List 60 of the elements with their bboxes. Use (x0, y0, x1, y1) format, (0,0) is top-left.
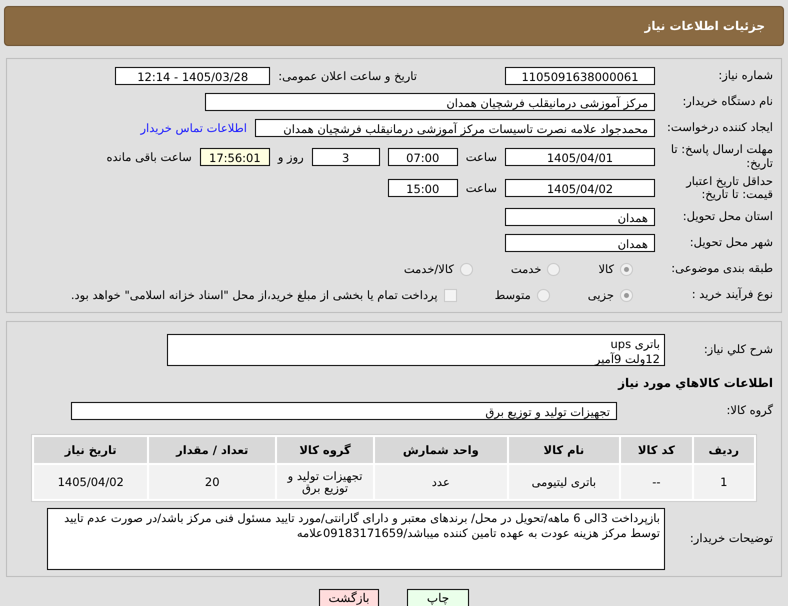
table-cell: 1 (694, 465, 754, 500)
page-title: جزئیات اطلاعات نیاز (644, 19, 765, 33)
date-field: 1405/04/01 (505, 148, 655, 166)
goods-group-field: تجهیزات تولید و توزیع برق (71, 402, 617, 420)
table-cell: باتری لیتیومی (508, 465, 620, 500)
column-header: نام کالا (508, 437, 620, 464)
remaining-time-field: 17:56:01 (200, 148, 270, 166)
radio-button[interactable] (547, 262, 560, 276)
province-field: همدان (505, 208, 655, 226)
notes-box[interactable]: بازپرداخت 3الی 6 ماهه/تحویل در محل/ برندهای معتبر و دارای گارانتی/مورد تایید مسئول فنی مرکز باشد/در صورت عدم تایید توسط مرکز هزینه عودت به عهده تامین کننده میباشد/09183171659علامه (47, 508, 665, 570)
remaining-label: ساعت باقی مانده (106, 150, 192, 164)
table-cell: 20 (149, 465, 276, 500)
column-header: تعداد / مقدار (149, 437, 276, 464)
back-button[interactable]: بازگشت (319, 589, 379, 606)
field-label: طبقه بندی موضوعی: (670, 262, 773, 276)
buyer-org-field: مرکز آموزشی درمانیقلب فرشچیان همدان (205, 93, 655, 111)
radio-label: خدمت (510, 262, 542, 276)
checkbox-label: پرداخت تمام یا بخشی از مبلغ خرید،از محل "اسناد خزانه اسلامی" خواهد بود. (70, 288, 438, 302)
field-label: شماره نیاز: (717, 69, 773, 83)
date-field: 1405/04/02 (505, 179, 655, 198)
field-label: حداقل تاریخ اعتبار قیمت: تا تاریخ: (684, 174, 773, 202)
field-label: نام دستگاه خریدار: (681, 95, 773, 109)
time-field: 07:00 (388, 148, 458, 166)
description-box[interactable]: باتری ups 12ولت 9آمپر (167, 334, 665, 366)
radio-button[interactable] (620, 288, 633, 302)
column-header: تاریخ نیاز (34, 437, 148, 464)
days-field: 3 (312, 148, 380, 166)
radio-label: متوسط (494, 288, 531, 302)
print-button[interactable]: چاپ (407, 589, 469, 606)
field-label: ایجاد کننده درخواست: (666, 121, 773, 135)
radio-button[interactable] (536, 288, 550, 302)
field-label: تاریخ و ساعت اعلان عمومی: (278, 69, 417, 83)
announce-date-field: 1405/03/28 - 12:14 (115, 67, 270, 85)
need-number-field: 1105091638000061 (505, 67, 655, 85)
creator-field: محمدجواد علامه نصرت تاسیسات مرکز آموزشی درمانیقلب فرشچیان همدان (255, 119, 655, 137)
radio-button[interactable] (460, 262, 473, 276)
radio-label: جزیی (588, 288, 614, 302)
city-field: همدان (505, 234, 655, 252)
radio-button[interactable] (620, 262, 633, 276)
column-header: کد کالا (621, 437, 692, 464)
section-heading: اطلاعات کالاهاي مورد نیاز (618, 376, 773, 390)
column-header: واحد شمارش (375, 437, 507, 464)
table-cell: تجهیزات تولید و توزیع برق (277, 465, 374, 500)
time-field: 15:00 (388, 179, 458, 198)
field-label: نوع فرآیند خرید : (690, 288, 773, 302)
time-label: ساعت (466, 181, 497, 196)
radio-label: کالا (598, 262, 614, 276)
table-cell: -- (621, 465, 692, 500)
time-label: ساعت (466, 150, 497, 164)
column-header: گروه کالا (277, 437, 374, 464)
column-header: ردیف (694, 437, 754, 464)
days-label: روز و (278, 150, 304, 164)
field-label: استان محل تحویل: (682, 210, 773, 224)
field-label: مهلت ارسال پاسخ: تا تاریخ: (670, 143, 773, 171)
table-cell: 1405/04/02 (34, 465, 148, 500)
field-label: شهر محل تحویل: (688, 236, 773, 250)
radio-label: کالا/خدمت (404, 262, 454, 276)
table-cell: عدد (375, 465, 507, 500)
checkbox[interactable] (444, 288, 457, 302)
contact-link[interactable]: اطلاعات تماس خریدار (140, 121, 247, 135)
